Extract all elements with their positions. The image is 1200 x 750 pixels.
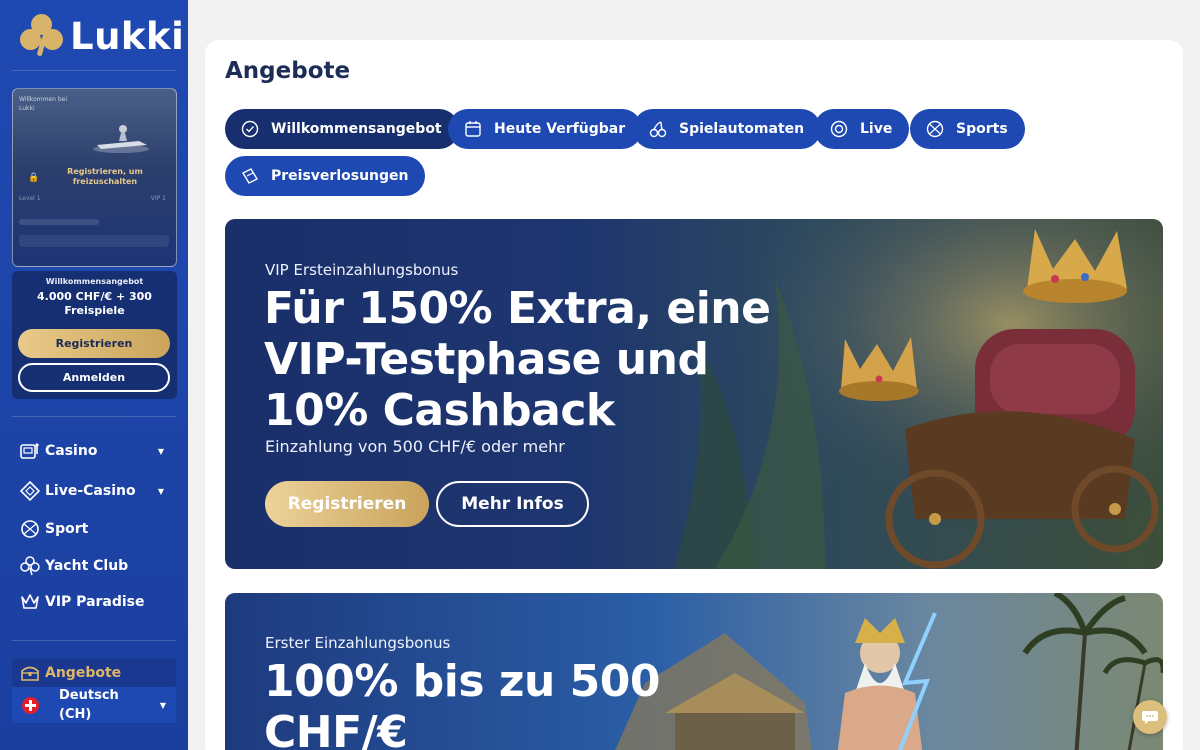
promo-banner-vip[interactable]: VIP Ersteinzahlungsbonus Für 150% Extra,…	[225, 219, 1163, 569]
vip-level-label: VIP 1	[150, 195, 166, 202]
welcome-offer-box: Willkommensangebot 4.000 CHF/€ + 300 Fre…	[12, 271, 177, 399]
diamond-card-icon	[18, 479, 42, 503]
welcome-offer-line1: 4.000 CHF/€ + 300	[37, 290, 152, 303]
ball-icon	[18, 517, 42, 541]
unlock-text: Registrieren, um freizuschalten	[67, 167, 143, 186]
sidebar-item-casino[interactable]: Casino ▼	[12, 436, 176, 466]
swiss-flag-icon	[22, 696, 39, 714]
sidebar-item-label: Live-Casino	[45, 483, 136, 499]
page-title: Angebote	[225, 58, 351, 84]
ball-icon	[924, 118, 946, 140]
progress-bar-placeholder	[19, 235, 169, 247]
sidebar-item-sport[interactable]: Sport	[12, 514, 176, 544]
tab-label: Sports	[956, 121, 1008, 137]
sidebar-item-angebote[interactable]: Angebote	[12, 658, 176, 688]
banner-headline-line: Für 150% Extra, eine	[264, 283, 771, 334]
divider	[12, 70, 176, 71]
banner-subtitle: Einzahlung von 500 CHF/€ oder mehr	[265, 437, 565, 456]
banner-headline: 100% bis zu 500 CHF/€	[264, 656, 660, 750]
sidebar-item-vip-paradise[interactable]: VIP Paradise	[12, 587, 176, 617]
banner-headline-line: 100% bis zu 500	[264, 656, 660, 707]
tab-heute-verfuegbar[interactable]: Heute Verfügbar	[448, 109, 643, 149]
sidebar-item-yacht-club[interactable]: Yacht Club	[12, 551, 176, 581]
logo[interactable]: Lukki	[20, 14, 184, 58]
sidebar-login-button[interactable]: Anmelden	[18, 363, 170, 392]
welcome-offer: 4.000 CHF/€ + 300 Freispiele	[12, 290, 177, 318]
tab-label: Live	[860, 121, 893, 137]
register-button[interactable]: Registrieren	[265, 481, 429, 527]
more-info-button[interactable]: Mehr Infos	[436, 481, 589, 527]
banner-kicker: VIP Ersteinzahlungsbonus	[265, 261, 459, 279]
divider	[12, 640, 176, 641]
chevron-down-icon: ▼	[159, 700, 166, 710]
chat-bubble-icon	[1142, 711, 1158, 724]
slot-machine-icon	[18, 439, 42, 463]
clover-logo-icon	[20, 14, 64, 58]
sidebar-item-label: VIP Paradise	[45, 594, 145, 610]
promo-banner-first-deposit[interactable]: Erster Einzahlungsbonus 100% bis zu 500 …	[225, 593, 1163, 750]
ticket-icon	[239, 165, 261, 187]
language-label: Deutsch (CH)	[59, 688, 119, 722]
chip-icon	[828, 118, 850, 140]
sidebar-item-label: Sport	[45, 521, 89, 537]
language-selector[interactable]: Deutsch (CH) ▼	[12, 687, 176, 723]
banner-kicker: Erster Einzahlungsbonus	[265, 634, 451, 652]
welcome-offer-line2: Freispiele	[64, 304, 125, 317]
check-badge-icon	[239, 118, 261, 140]
tab-sports[interactable]: Sports	[910, 109, 1025, 149]
preview-title: Willkommen bei Lukki	[19, 96, 67, 112]
sidebar-item-label: Casino	[45, 443, 98, 459]
tab-live[interactable]: Live	[814, 109, 910, 149]
calendar-icon	[462, 118, 484, 140]
tab-label: Willkommensangebot	[271, 121, 442, 137]
sidebar-item-live-casino[interactable]: Live-Casino ▼	[12, 476, 176, 506]
crown-icon	[18, 590, 42, 614]
sidebar: Lukki Willkommen bei Lukki 🔒 Registriere…	[0, 0, 188, 750]
banner-headline-line: CHF/€	[264, 707, 408, 750]
chevron-down-icon: ▼	[157, 446, 164, 456]
banner-headline-line: 10% Cashback	[264, 385, 615, 436]
welcome-label: Willkommensangebot	[45, 277, 144, 286]
tab-spielautomaten[interactable]: Spielautomaten	[633, 109, 822, 149]
sidebar-register-button[interactable]: Registrieren	[18, 329, 170, 358]
chevron-down-icon: ▼	[157, 486, 164, 496]
lock-icon: 🔒	[28, 173, 40, 183]
banner-headline-line: VIP-Testphase und	[264, 334, 709, 385]
sidebar-item-label: Yacht Club	[45, 558, 129, 574]
level-label: Level 1	[19, 195, 41, 202]
vip-preview-card[interactable]: Willkommen bei Lukki 🔒 Registrieren, um …	[12, 88, 177, 267]
zeus-tropical-illustration	[615, 593, 1163, 750]
clover-icon	[18, 554, 42, 578]
tab-label: Heute Verfügbar	[494, 121, 626, 137]
cherries-icon	[647, 118, 669, 140]
jetski-illustration	[93, 125, 149, 153]
sidebar-item-label: Angebote	[45, 665, 122, 681]
progress-placeholder	[19, 219, 99, 225]
banner-headline: Für 150% Extra, eine VIP-Testphase und 1…	[264, 283, 771, 436]
tab-preisverlosungen[interactable]: Preisverlosungen	[225, 156, 426, 196]
treasure-chest-icon	[18, 661, 42, 685]
tab-label: Spielautomaten	[679, 121, 805, 137]
tab-willkommensangebot[interactable]: Willkommensangebot	[225, 109, 459, 149]
brand-name: Lukki	[70, 14, 185, 58]
main-panel: Angebote Willkommensangebot Heute Verfüg…	[205, 40, 1183, 750]
divider	[12, 416, 176, 417]
chat-button[interactable]	[1133, 700, 1167, 734]
tab-label: Preisverlosungen	[271, 168, 409, 184]
